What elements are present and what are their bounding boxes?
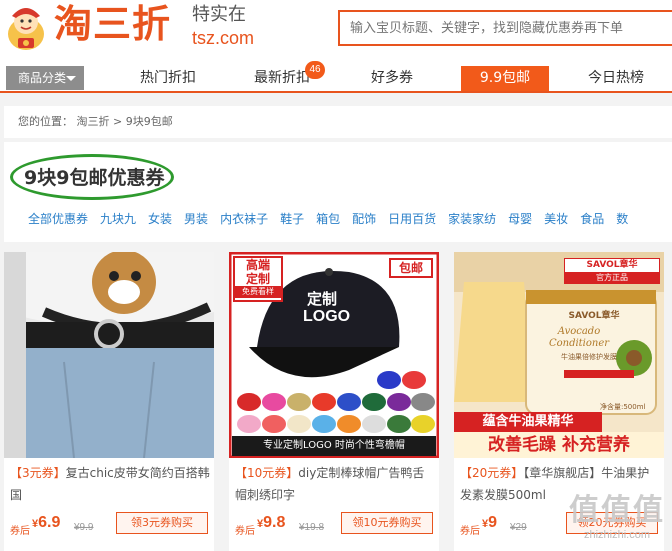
nav-item-hot-deals[interactable]: 热门折扣 xyxy=(128,66,208,91)
claim-coupon-button[interactable]: 领10元券购买 xyxy=(341,512,433,534)
jar-net-weight: 净含量:500ml xyxy=(600,403,646,411)
coupon-price: ¥6.9 xyxy=(32,514,60,532)
site-watermark: 值值值 zhizhizhi.com xyxy=(564,494,670,542)
filter-baby[interactable]: 母婴 xyxy=(508,210,532,228)
image-badge-premium: 高端 定制 免费看样 xyxy=(233,256,283,302)
watermark-url: zhizhizhi.com xyxy=(583,529,651,541)
filter-shoes[interactable]: 鞋子 xyxy=(280,210,304,228)
claim-coupon-button[interactable]: 领3元券购买 xyxy=(116,512,208,534)
search-input[interactable] xyxy=(338,10,672,46)
breadcrumb-current: 9块9包邮 xyxy=(125,115,173,128)
cap-custom-label: 定制 xyxy=(307,290,338,308)
nav-item-coupons[interactable]: 好多券 xyxy=(352,66,432,91)
mascot-logo-icon[interactable] xyxy=(2,2,50,52)
coupon-tag: 【20元券】 xyxy=(460,466,524,480)
official-text: 官方正品 xyxy=(565,272,659,283)
nav-item-9-9-free-shipping[interactable]: 9.9包邮 xyxy=(461,66,549,91)
filter-digital[interactable]: 数 xyxy=(616,210,628,228)
price-label: 券后 xyxy=(10,526,30,537)
nav-item-label: 今日热榜 xyxy=(588,70,644,86)
price-value: 9.8 xyxy=(263,514,286,531)
category-menu-label: 商品分类 xyxy=(18,71,67,85)
filter-nine-nine[interactable]: 九块九 xyxy=(100,210,136,228)
product-image-belt[interactable] xyxy=(4,252,214,458)
filter-all[interactable]: 全部优惠券 xyxy=(28,210,88,228)
filter-home-textiles[interactable]: 家装家纺 xyxy=(448,210,496,228)
product-title[interactable]: 【3元券】复古chic皮带女简约百搭韩国 xyxy=(10,462,210,506)
breadcrumb-separator: > xyxy=(113,115,123,128)
nav-item-label: 最新折扣 xyxy=(254,70,310,86)
custom-text: 定制 xyxy=(245,272,270,286)
coupon-tag: 【3元券】 xyxy=(10,466,66,480)
banner-line-1: 蕴含牛油果精华 xyxy=(454,412,602,432)
premium-text: 高端 xyxy=(245,258,270,272)
original-price: ¥9.9 xyxy=(74,522,94,533)
filter-bags[interactable]: 箱包 xyxy=(316,210,340,228)
filter-men[interactable]: 男装 xyxy=(184,210,208,228)
coupon-price: ¥9.8 xyxy=(257,514,285,532)
product-card[interactable]: 【3元券】复古chic皮带女简约百搭韩国 券后 ¥6.9 ¥9.9 领3元券购买 xyxy=(4,252,214,551)
watermark-logo: 值值值 xyxy=(569,493,665,528)
breadcrumb: 您的位置： 淘三折 > 9块9包邮 xyxy=(4,106,672,138)
brand-label: SAVOL章华 官方正品 xyxy=(564,258,660,284)
jar-brand: SAVOL章华 xyxy=(568,311,620,321)
nav-item-label: 9.9包邮 xyxy=(479,70,531,86)
category-menu-button[interactable]: 商品分类 xyxy=(6,66,84,90)
original-price: ¥19.8 xyxy=(299,522,325,533)
site-header: 淘三折 特实在 tsz.com xyxy=(0,0,672,60)
filter-women[interactable]: 女装 xyxy=(148,210,172,228)
free-sample-text: 免费看样 xyxy=(235,286,281,298)
filter-daily-goods[interactable]: 日用百货 xyxy=(388,210,436,228)
chevron-down-icon xyxy=(66,76,76,81)
original-price: ¥29 xyxy=(510,522,527,533)
coupon-price: ¥9 xyxy=(482,514,497,532)
nav-item-today-hot[interactable]: 今日热榜 xyxy=(576,66,656,91)
cap-bottom-caption: 专业定制LOGO 时尚个性弯檐帽 xyxy=(263,440,405,451)
product-image-hair-mask[interactable]: SAVOL章华 官方正品 SAVOL章华 Avocado Conditioner… xyxy=(454,252,664,458)
category-filters: 全部优惠券 九块九 女装 男装 内衣袜子 鞋子 箱包 配饰 日用百货 家装家纺 母婴 美妆 食品数 xyxy=(28,210,640,228)
nav-item-label: 热门折扣 xyxy=(140,70,196,86)
site-slogan: 特实在 xyxy=(192,4,246,25)
coupon-tag: 【10元券】 xyxy=(235,466,299,480)
price-value: 6.9 xyxy=(38,514,61,531)
site-brand-name[interactable]: 淘三折 xyxy=(54,2,171,46)
jar-product-name: 牛油果倍修护发膜 xyxy=(561,353,617,361)
brand-name: SAVOL章华 xyxy=(586,260,638,270)
new-count-badge: 46 xyxy=(305,61,325,79)
breadcrumb-prefix: 您的位置： xyxy=(18,115,73,128)
category-filter-panel: 9块9包邮优惠券 全部优惠券 九块九 女装 男装 内衣袜子 鞋子 箱包 配饰 日用百货 家装家纺母… xyxy=(4,142,672,242)
breadcrumb-home-link[interactable]: 淘三折 xyxy=(77,115,110,128)
product-card[interactable]: 高端 定制 免费看样 包邮 定制 LOGO 专业定制LOGO 时尚个性弯檐帽 【… xyxy=(229,252,439,551)
cap-logo-label: LOGO xyxy=(303,308,351,325)
filter-underwear[interactable]: 内衣袜子 xyxy=(220,210,268,228)
page-title: 9块9包邮优惠券 xyxy=(24,167,165,189)
site-domain: tsz.com xyxy=(192,28,255,48)
price-value: 9 xyxy=(488,514,498,531)
free-shipping-badge: 包邮 xyxy=(389,258,433,278)
banner-line-2: 改善毛躁 补充营养 xyxy=(454,432,664,458)
main-nav: 商品分类 热门折扣 最新折扣 46 好多券 9.9包邮 今日热榜 xyxy=(0,60,672,93)
price-label: 券后 xyxy=(235,526,255,537)
filter-beauty[interactable]: 美妆 xyxy=(544,210,568,228)
filter-food[interactable]: 食品 xyxy=(580,210,604,228)
nav-item-latest-deals[interactable]: 最新折扣 46 xyxy=(242,61,325,91)
price-label: 券后 xyxy=(460,526,480,537)
nav-item-label: 好多券 xyxy=(371,70,413,86)
product-image-cap[interactable]: 高端 定制 免费看样 包邮 定制 LOGO 专业定制LOGO 时尚个性弯檐帽 xyxy=(229,252,439,458)
filter-accessories[interactable]: 配饰 xyxy=(352,210,376,228)
jar-title: Avocado Conditioner xyxy=(548,326,610,349)
product-title[interactable]: 【10元券】diy定制棒球帽广告鸭舌帽刺绣印字 xyxy=(235,462,435,506)
